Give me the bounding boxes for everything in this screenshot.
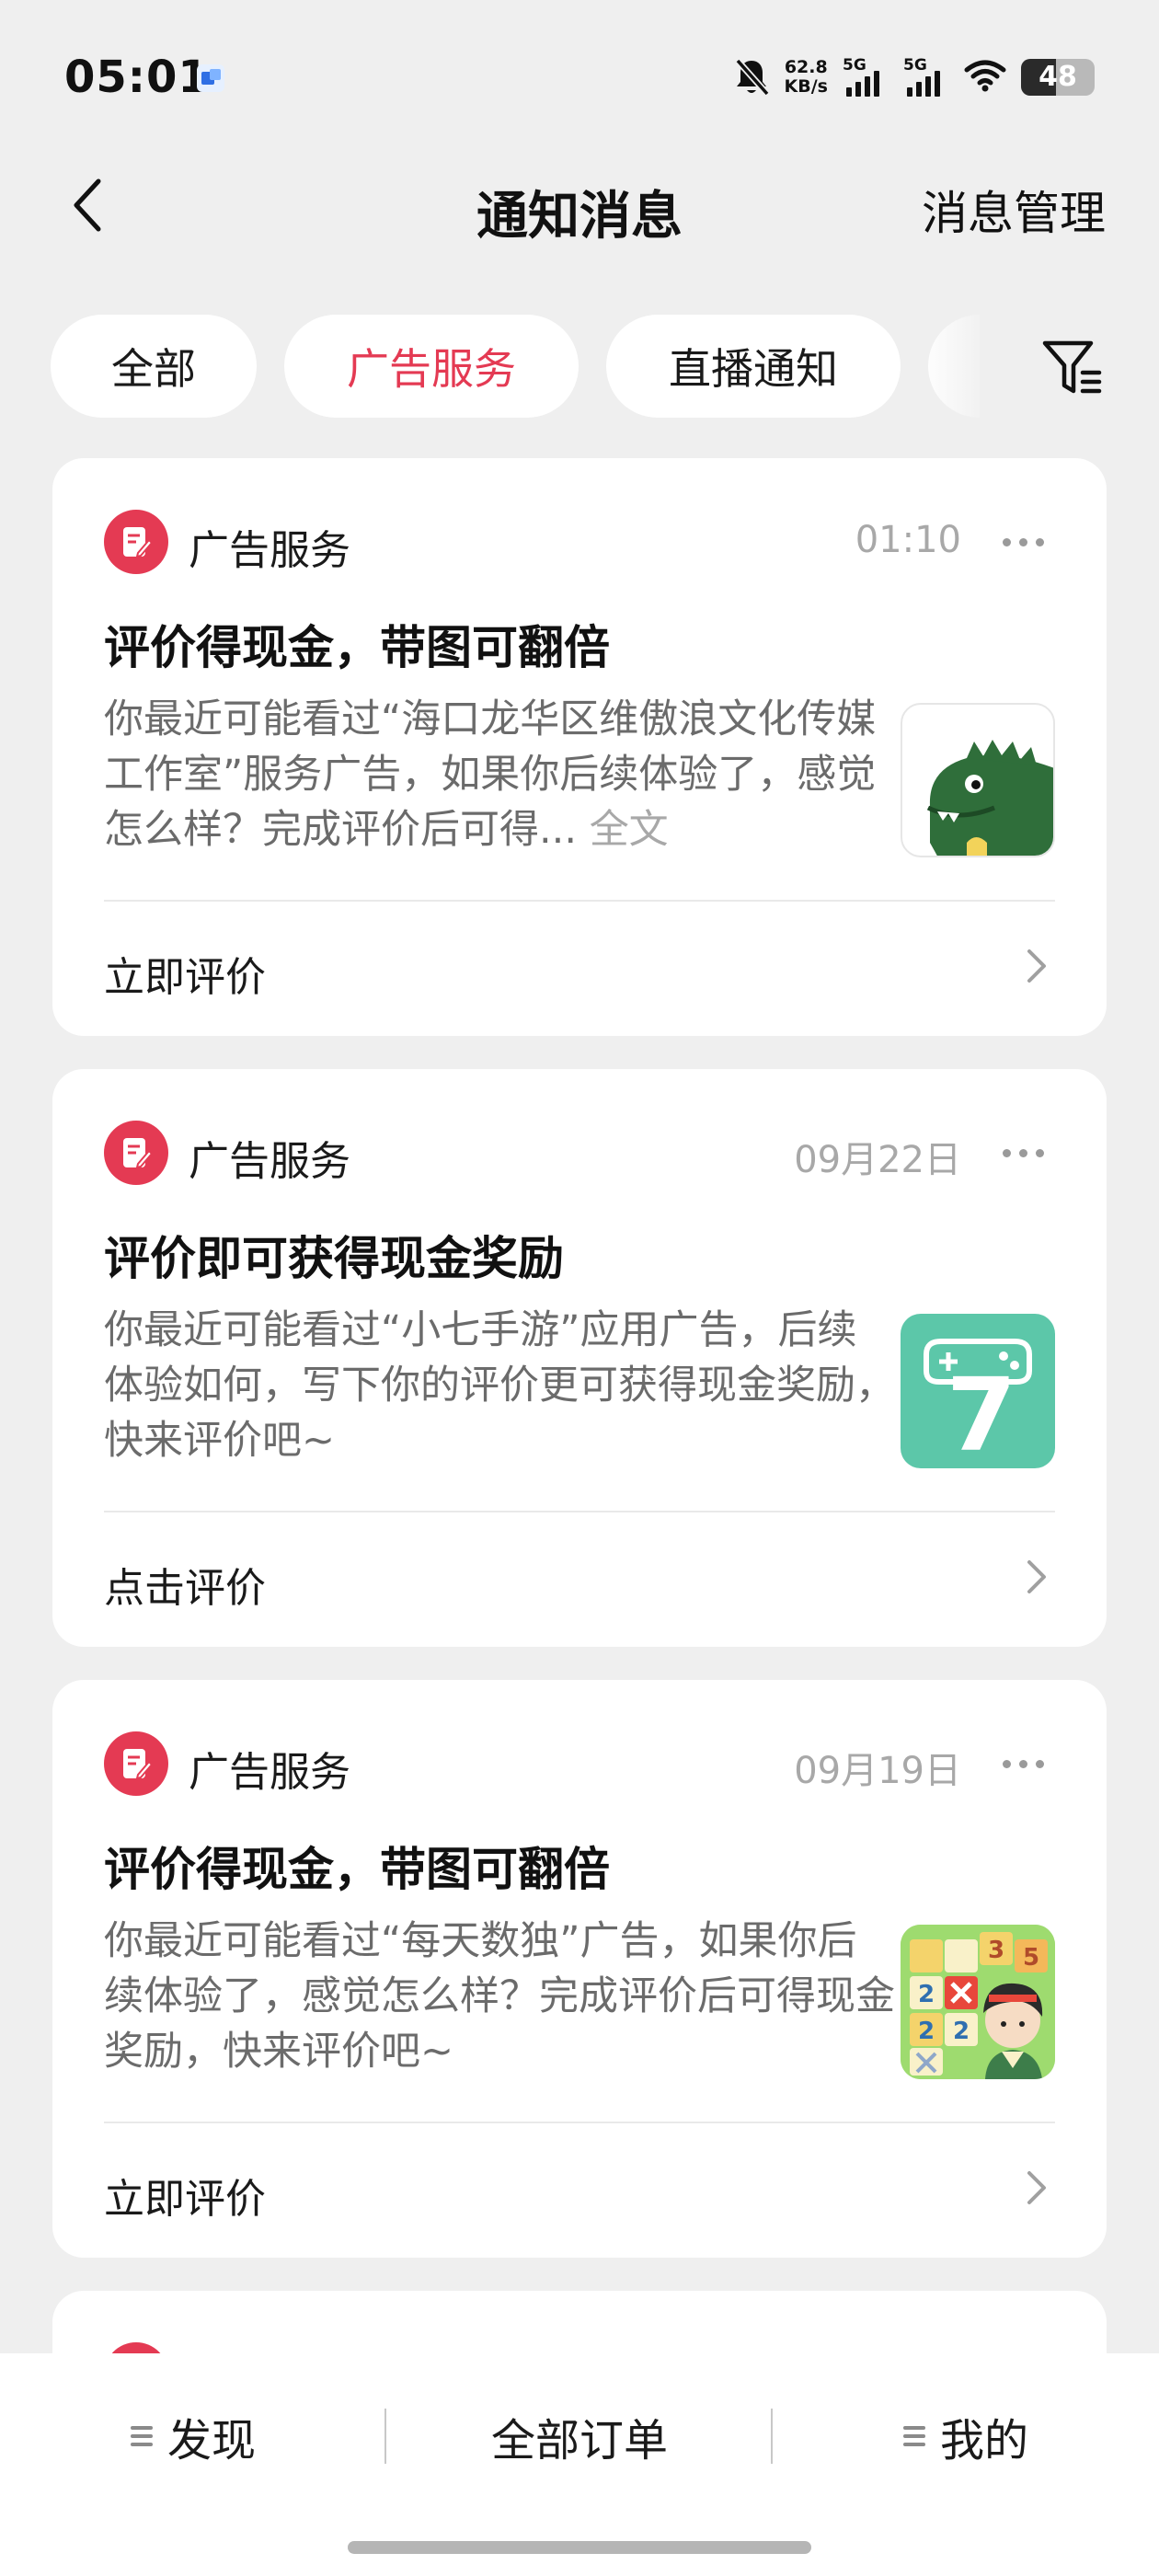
nav-mine[interactable]: 我的	[773, 2353, 1159, 2519]
more-options-icon[interactable]	[991, 510, 1055, 574]
notification-body: 你最近可能看过“小七手游”应用广告，后续体验如何，写下你的评价更可获得现金奖励，…	[104, 1307, 895, 1464]
battery-icon: 48	[1021, 59, 1095, 96]
message-manage-button[interactable]: 消息管理	[922, 177, 1106, 243]
net-speed-value: 62.8	[784, 57, 828, 77]
app-notification-icon	[197, 64, 224, 92]
source-name: 广告服务	[189, 527, 350, 574]
dinosaur-icon	[901, 703, 1055, 857]
sudoku-digit: 2	[953, 2018, 970, 2045]
sudoku-digit: 3	[988, 1937, 1004, 1964]
notification-time: 09月19日	[794, 1750, 961, 1792]
ad-service-icon	[104, 1731, 168, 1796]
tab-all[interactable]: 全部	[51, 315, 257, 418]
filter-icon	[1042, 340, 1102, 394]
card-header: 广告服务 01:10	[104, 510, 1055, 574]
source-name: 广告服务	[189, 1138, 350, 1185]
tab-live-notice[interactable]: 直播通知	[606, 315, 901, 418]
status-time: 05:01	[64, 52, 210, 103]
sudoku-digit: 2	[918, 2018, 935, 2045]
nav-label: 全部订单	[490, 2415, 668, 2467]
nav-discover[interactable]: 发现	[0, 2353, 386, 2519]
chevron-left-icon	[74, 178, 101, 232]
nav-label: 发现	[166, 2415, 256, 2467]
review-action-label: 立即评价	[104, 954, 266, 1001]
review-action-label: 点击评价	[104, 1565, 266, 1612]
header: 通知消息 消息管理	[0, 156, 1159, 258]
chevron-right-icon	[1018, 1558, 1055, 1595]
tab-label: 全部	[111, 344, 196, 394]
review-action-row[interactable]: 立即评价	[52, 902, 1107, 1032]
notification-time: 01:10	[855, 519, 961, 561]
network-speed: 62.8 KB/s	[785, 58, 828, 97]
tab-label: 广告服务	[347, 344, 516, 394]
notification-title: 评价得现金，带图可翻倍	[104, 621, 610, 674]
status-bar: 05:01 62.8 KB/s 5G 5G 48	[0, 0, 1159, 156]
xiaoqi-game-7-icon: 7	[901, 1314, 1055, 1468]
ad-service-icon	[104, 1121, 168, 1185]
thumb-number-7: 7	[947, 1356, 1017, 1468]
source-name: 广告服务	[189, 1749, 350, 1796]
status-indicators: 62.8 KB/s 5G 5G 48	[733, 53, 1095, 101]
card-header: 广告服务 09月19日	[104, 1731, 1055, 1796]
net-speed-unit: KB/s	[784, 76, 828, 97]
signal-5g-icon: 5G	[843, 56, 889, 98]
more-options-icon[interactable]	[991, 1121, 1055, 1185]
category-tabs: 全部 广告服务 直播通知	[51, 315, 980, 418]
ad-service-icon	[104, 510, 168, 574]
filter-button[interactable]	[1036, 331, 1109, 405]
sudoku-digit: 5	[1023, 1944, 1039, 1972]
review-action-label: 立即评价	[104, 2176, 266, 2223]
notification-body: 你最近可能看过“海口龙华区维傲浪文化传媒工作室”服务广告，如果你后续体验了，感觉…	[104, 692, 895, 857]
notification-time: 09月22日	[794, 1139, 961, 1181]
chevron-right-icon	[1018, 2169, 1055, 2206]
back-button[interactable]	[55, 173, 120, 237]
sudoku-game-icon: 3 5 2 2 2	[901, 1925, 1055, 2079]
tab-ad-service[interactable]: 广告服务	[284, 315, 579, 418]
review-action-row[interactable]: 立即评价	[52, 2123, 1107, 2254]
notification-card[interactable]: 广告服务 01:10 评价得现金，带图可翻倍 你最近可能看过“海口龙华区维傲浪文…	[52, 458, 1107, 1036]
nav-all-orders[interactable]: 全部订单	[386, 2353, 773, 2519]
notification-title: 评价得现金，带图可翻倍	[104, 1843, 610, 1896]
bell-muted-icon	[733, 57, 770, 98]
sudoku-digit: 2	[918, 1981, 935, 2008]
notification-page: 05:01 62.8 KB/s 5G 5G 48 通知消息 消息管理 全部 广告…	[0, 0, 1159, 2576]
review-action-row[interactable]: 点击评价	[52, 1512, 1107, 1643]
notification-body: 你最近可能看过“每天数独”广告，如果你后续体验了，感觉怎么样？完成评价后可得现金…	[104, 1918, 895, 2075]
chevron-right-icon	[1018, 948, 1055, 984]
tab-label: 直播通知	[669, 344, 838, 394]
notification-card[interactable]: 广告服务 09月22日 评价即可获得现金奖励 你最近可能看过“小七手游”应用广告…	[52, 1069, 1107, 1647]
notification-card[interactable]: 广告服务 09月19日 评价得现金，带图可翻倍 你最近可能看过“每天数独”广告，…	[52, 1680, 1107, 2258]
nav-label: 我的	[939, 2415, 1028, 2467]
signal-5g-icon: 5G	[903, 56, 949, 98]
menu-icon	[902, 2421, 925, 2451]
full-text-link[interactable]: 全文	[590, 807, 669, 853]
card-header: 广告服务 09月22日	[104, 1121, 1055, 1185]
wifi-icon	[964, 59, 1006, 96]
menu-icon	[130, 2421, 153, 2451]
battery-level: 48	[1039, 61, 1077, 93]
home-indicator[interactable]	[348, 2541, 811, 2554]
more-options-icon[interactable]	[991, 1731, 1055, 1796]
tab-more[interactable]	[928, 315, 980, 418]
notification-body-text: 你最近可能看过“海口龙华区维傲浪文化传媒工作室”服务广告，如果你后续体验了，感觉…	[104, 696, 877, 853]
notification-title: 评价即可获得现金奖励	[104, 1232, 564, 1285]
